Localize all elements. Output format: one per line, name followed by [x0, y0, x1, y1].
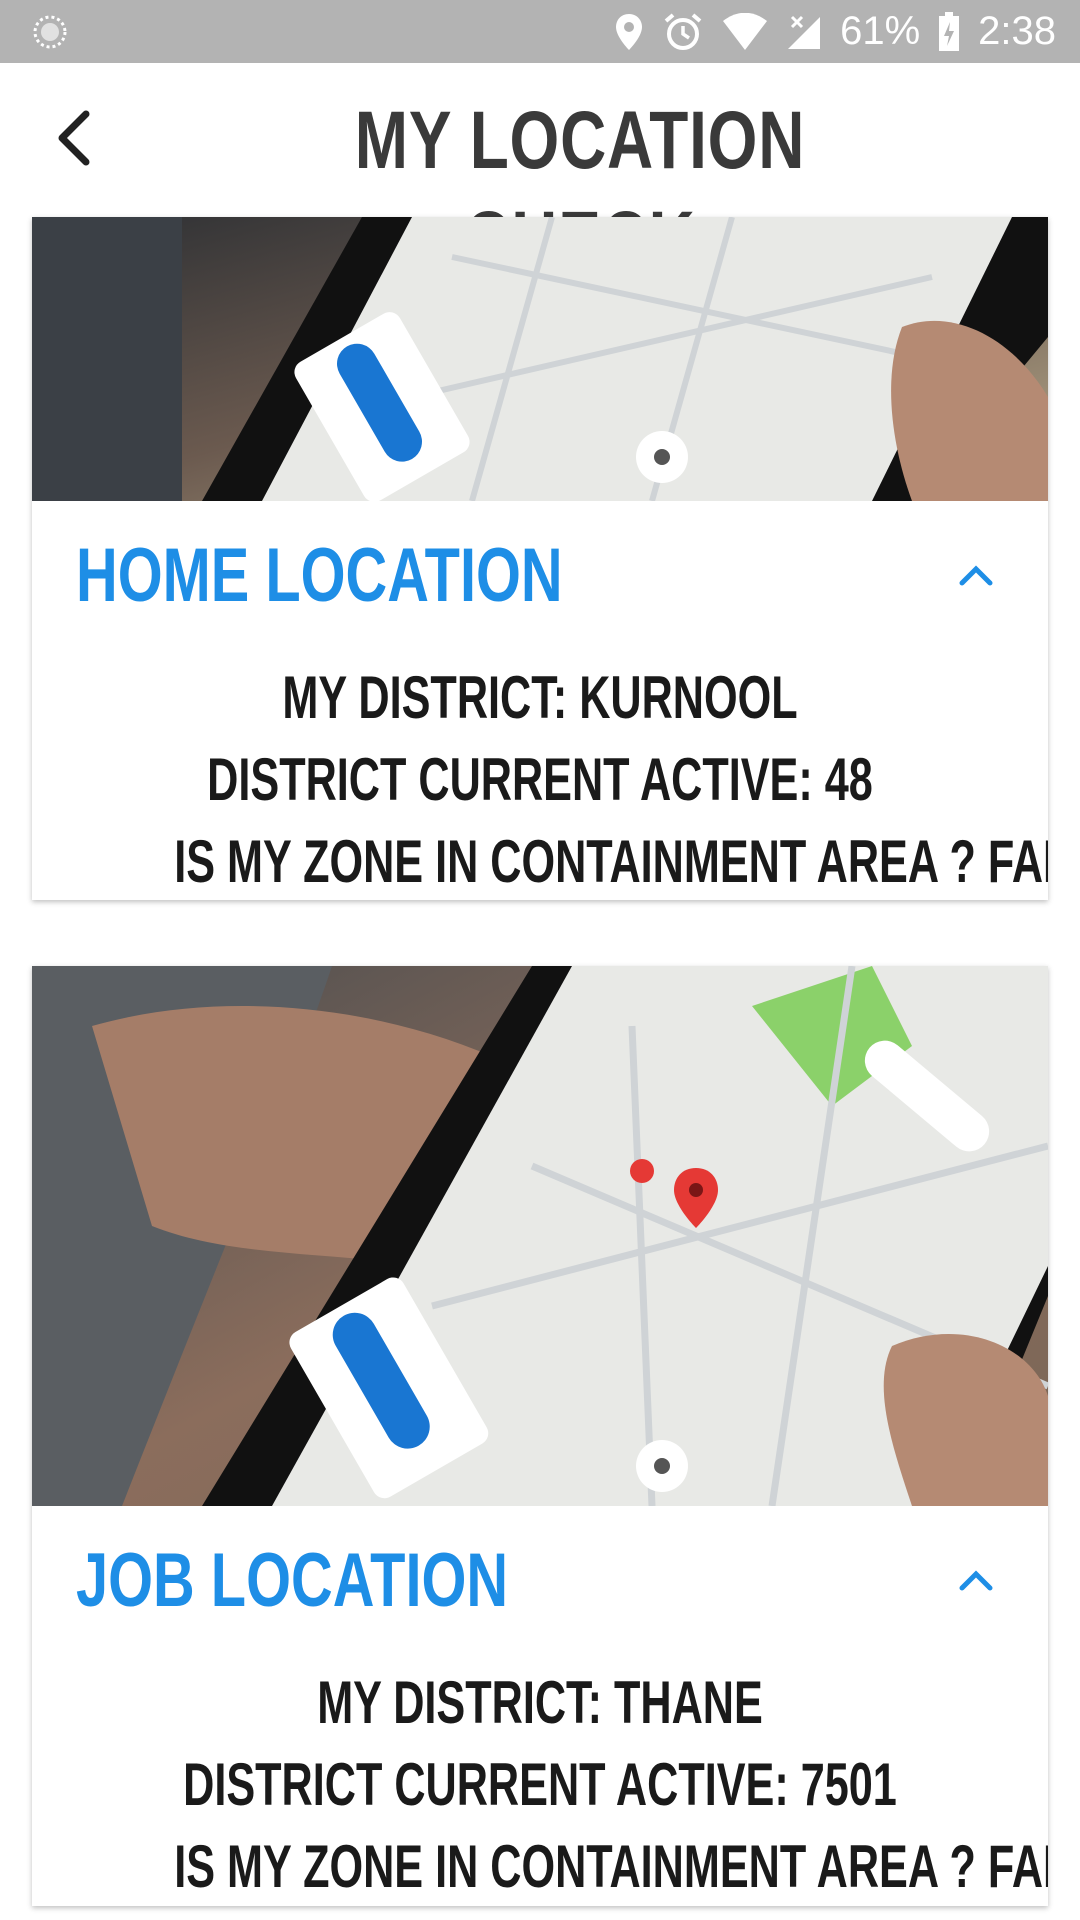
chevron-up-icon[interactable]: [954, 1558, 998, 1602]
district-name: MY DISTRICT: THANE: [317, 1669, 763, 1736]
containment-status: IS MY ZONE IN CONTAINMENT AREA ? FALSE: [174, 828, 1048, 895]
location-pin-icon: [614, 12, 644, 52]
job-location-card: JOB LOCATION MY DISTRICT: THANE DISTRICT…: [32, 966, 1048, 1906]
back-button[interactable]: [40, 103, 110, 173]
map-phone-image: [32, 966, 1048, 1506]
containment-status: IS MY ZONE IN CONTAINMENT AREA ? FALSE: [174, 1833, 1048, 1900]
job-location-title: JOB LOCATION: [76, 1538, 509, 1623]
signal-icon: [786, 13, 822, 51]
alarm-icon: [662, 11, 704, 53]
district-active-count: DISTRICT CURRENT ACTIVE: 7501: [183, 1751, 897, 1818]
home-location-details: MY DISTRICT: KURNOOL DISTRICT CURRENT AC…: [32, 651, 1048, 900]
chevron-up-icon[interactable]: [954, 553, 998, 597]
map-phone-image: [32, 217, 1048, 501]
back-arrow-icon: [58, 110, 90, 166]
clock-time: 2:38: [978, 9, 1056, 53]
job-location-header[interactable]: JOB LOCATION: [32, 1506, 1048, 1656]
battery-percent: 61%: [840, 9, 921, 53]
job-location-details: MY DISTRICT: THANE DISTRICT CURRENT ACTI…: [32, 1656, 1048, 1906]
status-bar: 61% 2:38: [0, 0, 1080, 63]
district-active-count: DISTRICT CURRENT ACTIVE: 48: [207, 746, 873, 813]
wifi-icon: [722, 12, 768, 51]
app-bar: MY LOCATION CHECK: [0, 63, 1080, 286]
battery-icon: [938, 11, 960, 52]
home-location-card: HOME LOCATION MY DISTRICT: KURNOOL DISTR…: [32, 217, 1048, 900]
home-location-header[interactable]: HOME LOCATION: [32, 501, 1048, 651]
district-name: MY DISTRICT: KURNOOL: [282, 664, 798, 731]
home-location-title: HOME LOCATION: [76, 533, 563, 618]
sync-icon: [30, 12, 70, 57]
